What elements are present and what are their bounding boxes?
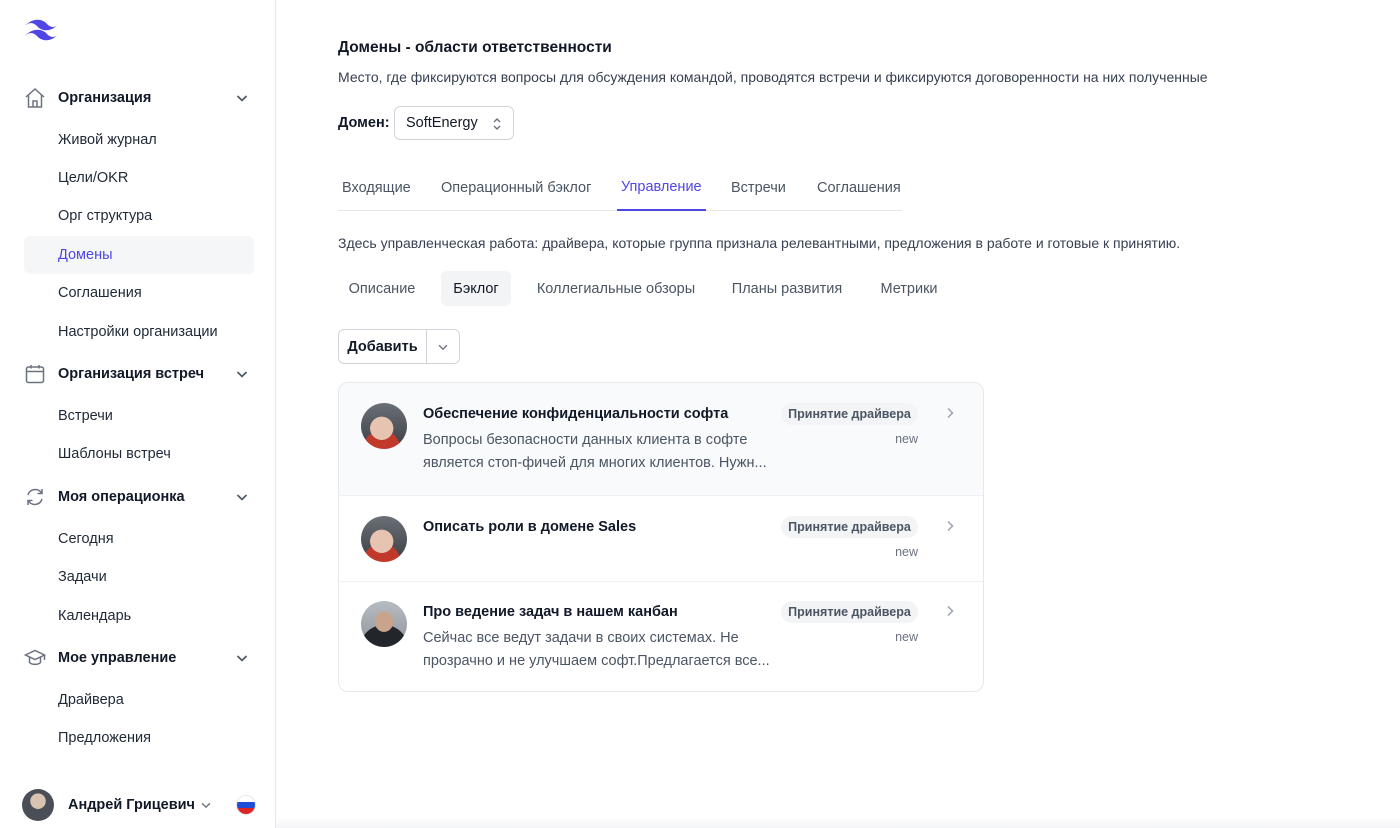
sidebar-item-meeting-templates[interactable]: Шаблоны встреч — [24, 435, 254, 473]
domain-label: Домен: — [338, 115, 390, 131]
home-icon — [24, 87, 46, 109]
avatar — [361, 516, 407, 562]
item-status: new — [895, 545, 918, 559]
main-content: Домены - области ответственности Место, … — [338, 0, 1378, 828]
user-menu[interactable]: Андрей Грицевич — [22, 788, 262, 822]
chevron-down-icon — [236, 371, 248, 378]
subtab-description[interactable]: Описание — [338, 271, 426, 306]
item-description: Сейчас все ведут задачи в своих системах… — [423, 630, 770, 669]
chevron-right-icon — [947, 520, 954, 532]
sidebar-item-tasks[interactable]: Задачи — [24, 558, 254, 596]
list-item[interactable]: Про ведение задач в нашем канбан Сейчас … — [339, 581, 983, 691]
nav-group-my-management[interactable]: Мое управление — [24, 638, 254, 678]
subtab-metrics[interactable]: Метрики — [869, 271, 949, 306]
sidebar-item-calendar[interactable]: Календарь — [24, 597, 254, 635]
tab-meetings[interactable]: Встречи — [731, 164, 786, 211]
user-name: Андрей Грицевич — [68, 797, 195, 813]
chevron-down-icon — [438, 344, 448, 350]
status-badge: Принятие драйвера — [781, 601, 918, 623]
sidebar-item-live-journal[interactable]: Живой журнал — [24, 121, 254, 159]
refresh-icon — [24, 486, 46, 508]
chevron-down-icon — [201, 802, 211, 809]
item-status: new — [895, 432, 918, 446]
list-item[interactable]: Описать роли в домене Sales Принятие дра… — [339, 495, 983, 581]
avatar — [361, 403, 407, 449]
chevron-right-icon — [947, 407, 954, 419]
tab-operational-backlog[interactable]: Операционный бэклог — [441, 164, 591, 211]
chevron-down-icon — [236, 95, 248, 102]
list-item[interactable]: Обеспечение конфиденциальности софта Воп… — [339, 383, 983, 495]
main-tabs: Входящие Операционный бэклог Управление … — [338, 164, 902, 211]
item-status: new — [895, 630, 918, 644]
domain-select[interactable]: SoftEnergy — [394, 106, 514, 140]
sidebar-item-meetings[interactable]: Встречи — [24, 397, 254, 435]
sidebar-item-org-structure[interactable]: Орг структура — [24, 197, 254, 235]
nav-group-label: Мое управление — [58, 650, 177, 666]
add-button-group: Добавить — [338, 329, 460, 364]
subtab-backlog[interactable]: Бэклог — [441, 271, 511, 306]
tab-description: Здесь управленческая работа: драйвера, к… — [338, 235, 1181, 251]
subtab-peer-reviews[interactable]: Коллегиальные обзоры — [526, 271, 706, 306]
chevron-down-icon — [236, 494, 248, 501]
chevron-right-icon — [947, 605, 954, 617]
avatar — [22, 789, 54, 821]
item-description: Вопросы безопасности данных клиента в со… — [423, 432, 767, 471]
add-dropdown-button[interactable] — [427, 330, 459, 363]
bottom-edge — [276, 818, 1400, 828]
add-button[interactable]: Добавить — [339, 330, 427, 363]
tab-management[interactable]: Управление — [617, 164, 706, 211]
nav-group-label: Организация — [58, 90, 152, 106]
backlog-list: Обеспечение конфиденциальности софта Воп… — [338, 382, 984, 692]
page-title: Домены - области ответственности — [338, 39, 612, 56]
item-title: Описать роли в домене Sales — [423, 519, 637, 535]
sidebar-item-drivers[interactable]: Драйвера — [24, 681, 254, 719]
avatar — [361, 601, 407, 647]
sidebar-item-domains[interactable]: Домены — [24, 236, 254, 274]
sidebar-item-org-settings[interactable]: Настройки организации — [24, 313, 254, 351]
domain-select-value: SoftEnergy — [406, 115, 478, 131]
chevron-up-down-icon — [493, 118, 501, 130]
tab-inbox[interactable]: Входящие — [342, 164, 411, 211]
sidebar-item-okr[interactable]: Цели/OKR — [24, 159, 254, 197]
tab-agreements[interactable]: Соглашения — [817, 164, 901, 211]
nav-group-my-operations[interactable]: Моя операционка — [24, 477, 254, 517]
item-title: Про ведение задач в нашем канбан — [423, 604, 678, 620]
page-description: Место, где фиксируются вопросы для обсуж… — [338, 69, 1208, 85]
nav-group-label: Организация встреч — [58, 366, 205, 382]
nav-group-organization[interactable]: Организация — [24, 78, 254, 118]
item-title: Обеспечение конфиденциальности софта — [423, 406, 729, 422]
sidebar: Организация Живой журнал Цели/OKR Орг ст… — [0, 0, 276, 828]
subtab-development-plans[interactable]: Планы развития — [722, 271, 852, 306]
calendar-icon — [24, 363, 46, 385]
logo-icon[interactable] — [22, 16, 60, 42]
status-badge: Принятие драйвера — [781, 516, 918, 538]
status-badge: Принятие драйвера — [781, 403, 918, 425]
sidebar-item-today[interactable]: Сегодня — [24, 520, 254, 558]
sidebar-item-agreements[interactable]: Соглашения — [24, 274, 254, 312]
chevron-down-icon — [236, 655, 248, 662]
sidebar-item-proposals[interactable]: Предложения — [24, 719, 254, 757]
graduation-cap-icon — [24, 647, 46, 669]
nav-group-meetings-org[interactable]: Организация встреч — [24, 354, 254, 394]
nav-group-label: Моя операционка — [58, 489, 185, 505]
language-flag-icon[interactable] — [236, 795, 256, 815]
